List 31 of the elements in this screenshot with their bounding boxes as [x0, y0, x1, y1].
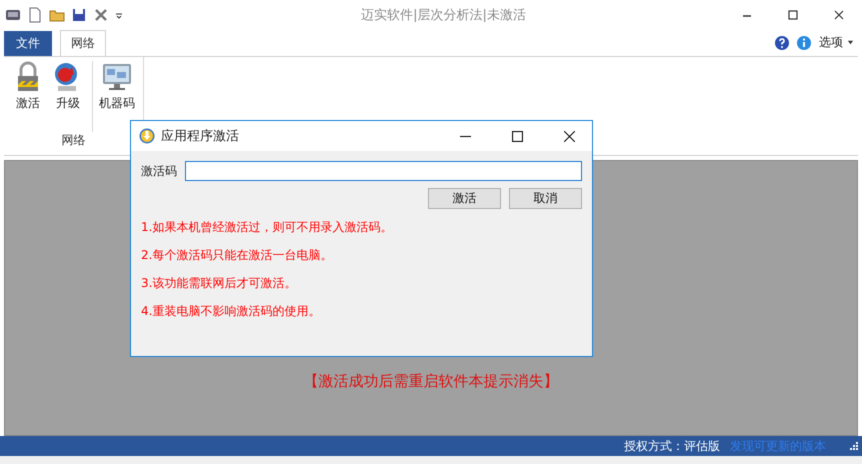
monitor-icon: [101, 61, 133, 93]
group-label: 网络: [60, 132, 86, 149]
field-label: 激活码: [141, 162, 177, 180]
dialog-button[interactable]: 激活: [428, 188, 501, 209]
maximize-icon: [512, 130, 522, 142]
dialog-button[interactable]: 取消: [509, 188, 582, 209]
activation-code-field[interactable]: [185, 161, 582, 181]
download-arrow-icon: [139, 128, 155, 144]
info-icon[interactable]: [796, 35, 812, 51]
app-icon: [5, 7, 21, 23]
note-text: 3.该功能需联网后才可激活。: [141, 275, 298, 292]
license-text: 授权方式：评估版: [624, 438, 720, 454]
resize-grip-icon[interactable]: [850, 442, 858, 450]
note-text: 2.每个激活码只能在激活一台电脑。: [141, 247, 334, 264]
ribbon-button[interactable]: 激活: [8, 61, 48, 132]
options-menu[interactable]: 选项: [819, 34, 854, 51]
maximize-icon: [788, 10, 798, 20]
new-file-icon[interactable]: [27, 7, 43, 23]
note-text: 1.如果本机曾经激活过，则可不用录入激活码。: [141, 219, 394, 236]
ribbon-button[interactable]: 升级: [48, 61, 88, 132]
help-icon[interactable]: [774, 35, 790, 51]
window-title: 迈实软件|层次分析法|未激活: [360, 7, 527, 24]
ribbon-tab[interactable]: 网络: [60, 30, 106, 56]
note-text: 4.重装电脑不影响激活码的使用。: [141, 303, 322, 320]
close-icon: [564, 130, 574, 142]
save-icon[interactable]: [71, 7, 87, 23]
close-icon: [834, 10, 844, 20]
dialog-title: 应用程序激活: [161, 128, 239, 145]
file-tab[interactable]: 文件: [4, 31, 52, 56]
notice-text: 【激活成功后需重启软件本提示消失】: [304, 372, 558, 391]
caret-icon: [847, 39, 854, 46]
